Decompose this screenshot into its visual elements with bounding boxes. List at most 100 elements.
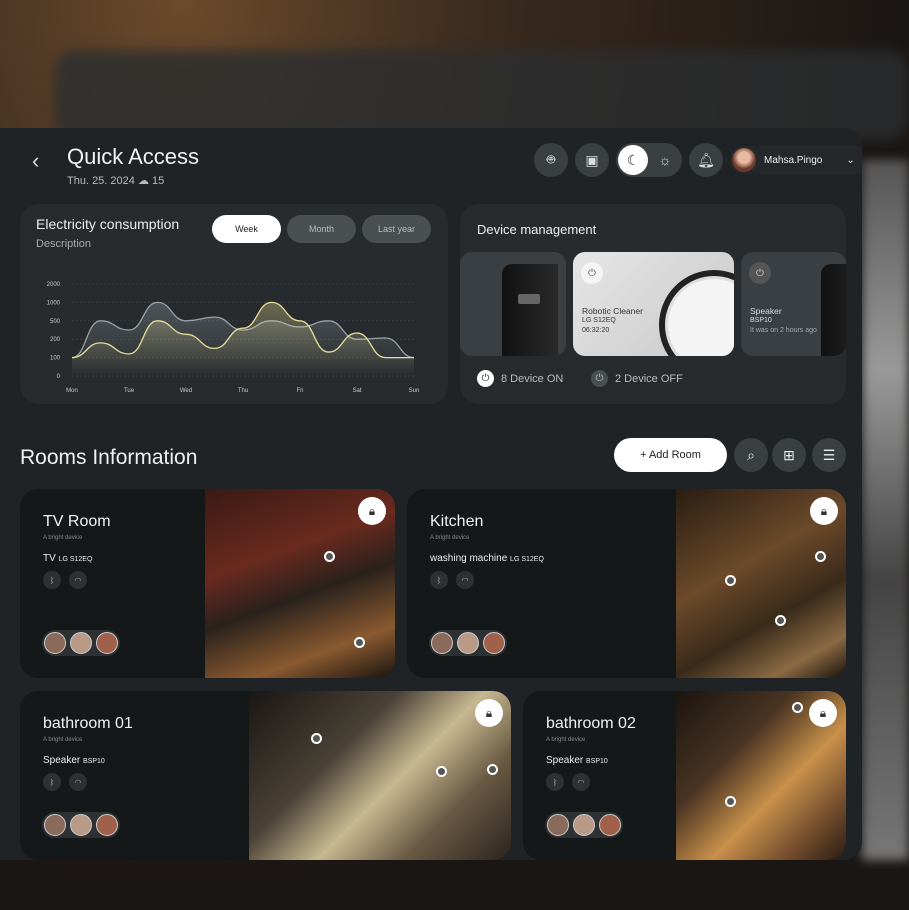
y-tick-label: 1000 xyxy=(47,300,61,306)
search-icon[interactable]: ⌕ xyxy=(734,438,768,472)
room-subtitle: A bright device xyxy=(43,737,83,743)
tab-month[interactable]: Month xyxy=(287,215,356,243)
y-tick-label: 2000 xyxy=(47,282,61,288)
device-tile[interactable] xyxy=(460,252,566,356)
x-tick-label: Wed xyxy=(180,388,192,394)
device-time: It was on 2 hours ago xyxy=(750,327,817,334)
grid-view-icon[interactable]: ⊞ xyxy=(772,438,806,472)
device-time: 06:32:20 xyxy=(582,327,610,334)
sun-icon[interactable]: ☼ xyxy=(650,145,680,175)
moon-icon[interactable]: ☾ xyxy=(618,145,648,175)
device-model: LG S12EQ xyxy=(510,556,544,563)
back-button[interactable]: ‹ xyxy=(32,148,39,174)
lock-icon[interactable]: 🔒︎ xyxy=(475,699,503,727)
y-tick-label: 500 xyxy=(50,319,61,325)
background-window xyxy=(55,50,909,140)
lock-icon[interactable]: 🔒︎ xyxy=(358,497,386,525)
device-model: BSP10 xyxy=(586,758,608,765)
power-icon: ⏻ xyxy=(591,370,608,387)
bluetooth-icon[interactable]: ᛒ xyxy=(43,773,61,791)
date-weather: Thu. 25. 2024 ☁ 15 xyxy=(67,175,165,187)
tab-last-year[interactable]: Last year xyxy=(362,215,431,243)
room-card-bathroom-01[interactable]: 🔒︎ bathroom 01 A bright device Speaker B… xyxy=(20,691,511,860)
robot-icon[interactable]: 🤖︎ xyxy=(534,143,568,177)
electricity-card: Electricity consumption Description Week… xyxy=(20,204,448,404)
devices-off: ⏻ 2 Device OFF xyxy=(591,370,683,387)
bell-icon[interactable]: 🔔︎ xyxy=(689,143,723,177)
user-menu[interactable]: Mahsa.Pingo ⌄ xyxy=(730,146,862,174)
device-model: LG S12EQ xyxy=(582,317,616,324)
wifi-icon[interactable]: ◠ xyxy=(69,773,87,791)
device-model: BSP10 xyxy=(83,758,105,765)
devices-on-label: 8 Device ON xyxy=(501,372,564,385)
y-tick-label: 100 xyxy=(50,356,61,362)
power-icon[interactable]: ⏻ xyxy=(581,262,603,284)
x-tick-label: Fri xyxy=(297,388,304,394)
device-name: Speaker xyxy=(546,755,584,766)
x-tick-label: Sun xyxy=(409,388,420,394)
device-name: washing machine xyxy=(430,553,508,564)
bluetooth-icon[interactable]: ᛒ xyxy=(43,571,61,589)
bluetooth-icon[interactable]: ᛒ xyxy=(430,571,448,589)
x-tick-label: Sat xyxy=(352,388,361,394)
device-model: LG S12EQ xyxy=(58,556,93,563)
room-image xyxy=(249,691,511,860)
x-tick-label: Tue xyxy=(124,388,135,394)
room-members xyxy=(429,630,507,656)
room-device: washing machine LG S12EQ xyxy=(430,553,544,564)
lock-icon[interactable]: 🔒︎ xyxy=(809,699,837,727)
room-card-tv-room[interactable]: 🔒︎ TV Room A bright device TV LG S12EQ ᛒ… xyxy=(20,489,395,678)
add-room-button[interactable]: + Add Room xyxy=(614,438,727,472)
wifi-icon[interactable]: ◠ xyxy=(456,571,474,589)
electricity-chart: 0 100 200 500 1000 2000 Mon Tue Wed Thu Fri Sat Sun xyxy=(47,282,420,394)
calendar-icon[interactable]: ▣ xyxy=(575,143,609,177)
power-icon[interactable]: ⏻ xyxy=(749,262,771,284)
room-subtitle: A bright device xyxy=(43,535,83,541)
room-name: bathroom 02 xyxy=(546,715,636,732)
wifi-icon[interactable]: ◠ xyxy=(572,773,590,791)
x-tick-label: Thu xyxy=(238,388,248,394)
room-members xyxy=(42,630,120,656)
theme-toggle[interactable]: ☾ ☼ xyxy=(616,143,682,177)
chevron-down-icon: ⌄ xyxy=(846,154,855,166)
device-model: BSP10 xyxy=(750,317,772,324)
room-members xyxy=(545,812,623,838)
power-icon: ⏻ xyxy=(477,370,494,387)
room-device: Speaker BSP10 xyxy=(43,755,105,766)
robot-cleaner-image xyxy=(659,270,734,356)
wifi-icon[interactable]: ◠ xyxy=(69,571,87,589)
page-title: Quick Access xyxy=(67,144,200,169)
y-tick-label: 0 xyxy=(57,374,61,380)
quick-access-panel: ‹ Quick Access Thu. 25. 2024 ☁ 15 🤖︎ ▣ ☾… xyxy=(0,128,862,860)
avatar xyxy=(732,148,756,172)
list-view-icon[interactable]: ☰ xyxy=(812,438,846,472)
room-name: Kitchen xyxy=(430,513,484,530)
room-members xyxy=(42,812,120,838)
device-tile-speaker[interactable]: ⏻ Speaker BSP10 It was on 2 hours ago xyxy=(741,252,846,356)
electricity-title: Electricity consumption xyxy=(36,216,180,232)
devices-off-label: 2 Device OFF xyxy=(615,372,683,385)
device-name: Robotic Cleaner xyxy=(582,306,643,316)
device-name: Speaker xyxy=(750,306,782,316)
room-card-bathroom-02[interactable]: 🔒︎ bathroom 02 A bright device Speaker B… xyxy=(523,691,846,860)
lock-icon[interactable]: 🔒︎ xyxy=(810,497,838,525)
room-card-kitchen[interactable]: 🔒︎ Kitchen A bright device washing machi… xyxy=(407,489,846,678)
device-name: Speaker xyxy=(43,755,81,766)
room-name: TV Room xyxy=(43,513,111,530)
room-subtitle: A bright device xyxy=(430,535,470,541)
device-tile-robotic-cleaner[interactable]: ⏻ Robotic Cleaner LG S12EQ 06:32:20 xyxy=(573,252,734,356)
room-subtitle: A bright device xyxy=(546,737,586,743)
user-name: Mahsa.Pingo xyxy=(764,154,823,166)
x-tick-label: Mon xyxy=(66,388,78,394)
device-name: TV xyxy=(43,553,56,564)
room-name: bathroom 01 xyxy=(43,715,133,732)
device-title: Device management xyxy=(477,222,597,237)
y-tick-label: 200 xyxy=(50,337,61,343)
electricity-description: Description xyxy=(36,238,92,250)
devices-on: ⏻ 8 Device ON xyxy=(477,370,563,387)
bluetooth-icon[interactable]: ᛒ xyxy=(546,773,564,791)
background-blur xyxy=(862,160,909,860)
device-management-card: Device management ⏻ Robotic Cleaner LG S1… xyxy=(460,204,846,404)
tab-week[interactable]: Week xyxy=(212,215,281,243)
room-device: Speaker BSP10 xyxy=(546,755,608,766)
